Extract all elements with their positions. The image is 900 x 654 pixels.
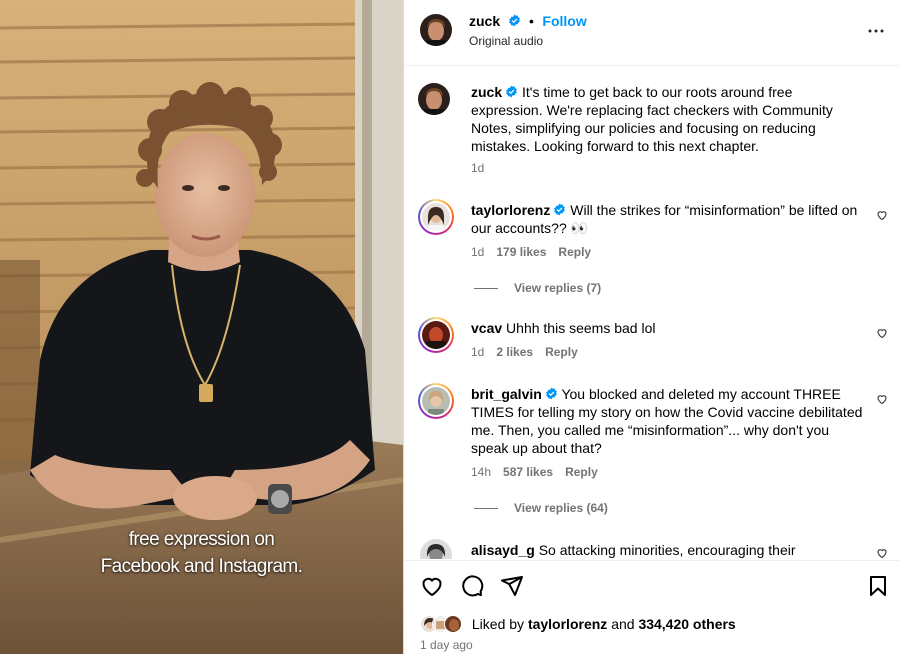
comment-like-heart-icon[interactable] bbox=[876, 327, 888, 339]
heart-icon[interactable] bbox=[420, 574, 444, 598]
header-title-row: zuck • Follow bbox=[469, 13, 587, 31]
post-timestamp[interactable]: 1 day ago bbox=[420, 638, 473, 652]
verified-badge-icon bbox=[506, 85, 517, 98]
comment-text: vcav Uhhh this seems bad lol bbox=[471, 319, 866, 337]
author-username[interactable]: zuck bbox=[469, 13, 500, 29]
comment-meta: 14h 587 likes Reply bbox=[471, 465, 610, 479]
replies-divider bbox=[474, 508, 498, 510]
comment-username[interactable]: taylorlorenz bbox=[471, 202, 550, 218]
video-caption-line-2: Facebook and Instagram. bbox=[100, 556, 303, 577]
comment-like-heart-icon[interactable] bbox=[876, 209, 888, 221]
caption-username[interactable]: zuck bbox=[471, 84, 502, 100]
commenter-avatar[interactable] bbox=[420, 539, 452, 559]
view-replies-button[interactable]: View replies (64) bbox=[474, 501, 608, 515]
post-caption: zuck It's time to get back to our roots … bbox=[418, 83, 888, 183]
comment-body: Uhhh this seems bad lol bbox=[506, 320, 656, 336]
post-header: zuck • Follow Original audio bbox=[404, 0, 900, 66]
liked-by-others[interactable]: 334,420 others bbox=[638, 616, 735, 632]
commenter-avatar bbox=[422, 321, 450, 349]
post-actions: Liked by taylorlorenz and 334,420 others… bbox=[404, 560, 900, 654]
reply-button[interactable]: Reply bbox=[558, 245, 591, 259]
author-avatar[interactable] bbox=[420, 14, 452, 46]
liked-by-user[interactable]: taylorlorenz bbox=[528, 616, 607, 632]
comment-username[interactable]: brit_galvin bbox=[471, 386, 542, 402]
comment-time[interactable]: 14h bbox=[471, 465, 491, 479]
comment-username[interactable]: alisayd_g bbox=[471, 542, 535, 558]
comment-like-heart-icon[interactable] bbox=[876, 547, 888, 559]
comment-item: brit_galvin You blocked and deleted my a… bbox=[418, 383, 888, 483]
video-player[interactable]: free expression on Facebook and Instagra… bbox=[0, 0, 403, 654]
comments-list[interactable]: zuck It's time to get back to our roots … bbox=[404, 67, 900, 559]
comment-time[interactable]: 1d bbox=[471, 345, 484, 359]
comment-meta: 1d 179 likes Reply bbox=[471, 245, 603, 259]
comment-text: brit_galvin You blocked and deleted my a… bbox=[471, 385, 866, 457]
post-caption-text: zuck It's time to get back to our roots … bbox=[471, 83, 861, 155]
comment-item: alisayd_g So attacking minorities, encou… bbox=[418, 537, 888, 559]
comment-likes[interactable]: 2 likes bbox=[496, 345, 533, 359]
caption-meta: 1d bbox=[471, 161, 496, 175]
share-icon[interactable] bbox=[500, 574, 524, 598]
comment-item: taylorlorenz Will the strikes for “misin… bbox=[418, 199, 888, 269]
view-replies-button[interactable]: View replies (7) bbox=[474, 281, 601, 295]
verified-badge-icon bbox=[545, 387, 557, 400]
follow-button[interactable]: Follow bbox=[542, 13, 586, 29]
caption-body: It's time to get back to our roots aroun… bbox=[471, 84, 833, 154]
commenter-avatar bbox=[422, 387, 450, 415]
commenter-avatar bbox=[422, 203, 450, 231]
verified-badge-icon bbox=[508, 14, 520, 27]
author-avatar[interactable] bbox=[418, 83, 450, 115]
reply-button[interactable]: Reply bbox=[545, 345, 578, 359]
liker-avatar bbox=[444, 615, 462, 634]
liked-by-prefix: Liked by bbox=[471, 616, 525, 633]
caption-time[interactable]: 1d bbox=[471, 161, 484, 175]
comment-likes[interactable]: 179 likes bbox=[496, 245, 546, 259]
comment-meta: 1d 2 likes Reply bbox=[471, 345, 590, 359]
liked-by-row: Liked by taylorlorenz and 334,420 others bbox=[420, 615, 736, 634]
comment-text: taylorlorenz Will the strikes for “misin… bbox=[471, 201, 866, 237]
video-caption-line-1: free expression on bbox=[128, 529, 275, 550]
comment-time[interactable]: 1d bbox=[471, 245, 484, 259]
header-separator: • bbox=[529, 13, 534, 29]
commenter-avatar-ring[interactable] bbox=[418, 317, 454, 353]
comment-likes[interactable]: 587 likes bbox=[503, 465, 553, 479]
liked-by-text: Liked by taylorlorenz and 334,420 others bbox=[472, 616, 736, 632]
liked-by-and: and bbox=[611, 616, 635, 633]
comment-username[interactable]: vcav bbox=[471, 320, 502, 336]
commenter-avatar-ring[interactable] bbox=[418, 383, 454, 419]
comment-text: alisayd_g So attacking minorities, encou… bbox=[471, 541, 866, 559]
replies-divider bbox=[474, 288, 498, 290]
commenter-avatar-ring[interactable] bbox=[418, 199, 454, 235]
more-options-icon[interactable] bbox=[867, 22, 885, 40]
reply-button[interactable]: Reply bbox=[565, 465, 598, 479]
original-audio-link[interactable]: Original audio bbox=[469, 34, 543, 48]
bookmark-icon[interactable] bbox=[866, 574, 890, 598]
view-replies-label: View replies (64) bbox=[514, 501, 608, 515]
comment-body: So attacking minorities, encouraging the… bbox=[538, 542, 796, 558]
comment-like-heart-icon[interactable] bbox=[876, 393, 888, 405]
post-panel: zuck • Follow Original audio zuck It's t… bbox=[403, 0, 900, 654]
view-replies-label: View replies (7) bbox=[514, 281, 602, 295]
comment-item: vcav Uhhh this seems bad lol 1d 2 likes Re… bbox=[418, 317, 888, 367]
verified-badge-icon bbox=[554, 203, 566, 216]
comment-icon[interactable] bbox=[460, 574, 484, 598]
